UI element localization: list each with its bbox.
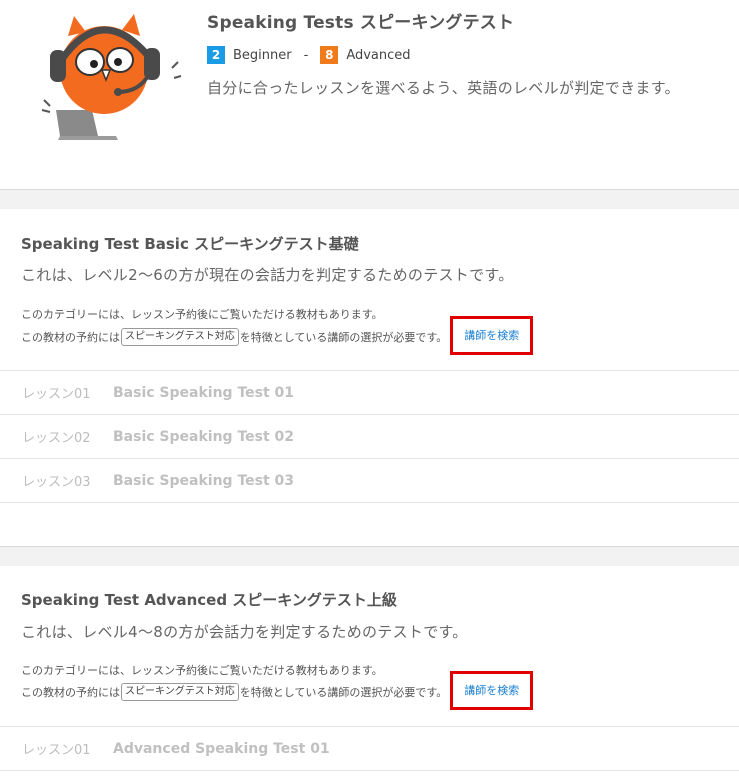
note-text-after: を特徴としている講師の選択が必要です。 [239, 330, 448, 344]
beginner-level-badge: 2 [207, 46, 225, 64]
page-title: Speaking Tests スピーキングテスト [207, 13, 515, 33]
basic-test-section: Speaking Test Basic スピーキングテスト基礎 これは、レベル2… [0, 209, 739, 546]
speaking-test-tag: スピーキングテスト対応 [121, 327, 239, 346]
section-subtitle: これは、レベル2〜6の方が現在の会話力を判定するためのテストです。 [21, 266, 514, 284]
lesson-number: レッスン03 [22, 475, 91, 490]
lesson-row[interactable]: レッスン01 Advanced Speaking Test 01 [0, 727, 739, 771]
note-text-after: を特徴としている講師の選択が必要です。 [239, 685, 448, 699]
section-note-requirement: この教材の予約には スピーキングテスト対応 を特徴としている講師の選択が必要です… [21, 316, 534, 356]
lesson-number: レッスン02 [22, 431, 91, 446]
lesson-row[interactable]: レッスン03 Basic Speaking Test 03 [0, 459, 739, 503]
section-divider [0, 189, 739, 209]
level-range: 2 Beginner - 8 Advanced [207, 46, 411, 64]
lesson-number: レッスン01 [22, 743, 91, 758]
search-teacher-link[interactable]: 講師を検索 [450, 671, 534, 710]
search-teacher-link[interactable]: 講師を検索 [450, 316, 534, 355]
section-note-requirement: この教材の予約には スピーキングテスト対応 を特徴としている講師の選択が必要です… [21, 671, 534, 711]
advanced-test-section: Speaking Test Advanced スピーキングテスト上級 これは、レ… [0, 566, 739, 778]
section-title: Speaking Test Advanced スピーキングテスト上級 [21, 591, 397, 609]
advanced-label: Advanced [346, 47, 411, 63]
lesson-name: Advanced Speaking Test 01 [113, 740, 330, 757]
headset-owl-mascot-icon [41, 14, 182, 140]
lesson-name: Basic Speaking Test 03 [113, 472, 295, 489]
lesson-row[interactable]: レッスン01 Basic Speaking Test 01 [0, 371, 739, 415]
note-text-before: この教材の予約には [21, 685, 120, 699]
lesson-number: レッスン01 [22, 387, 91, 402]
page-header: Speaking Tests スピーキングテスト 2 Beginner - 8 … [0, 0, 739, 189]
lesson-name: Basic Speaking Test 02 [113, 428, 295, 445]
lesson-list: レッスン01 Basic Speaking Test 01 レッスン02 Bas… [0, 370, 739, 503]
note-text-before: この教材の予約には [21, 330, 120, 344]
level-dash: - [303, 47, 309, 63]
section-title: Speaking Test Basic スピーキングテスト基礎 [21, 235, 359, 253]
page-description: 自分に合ったレッスンを選べるよう、英語のレベルが判定できます。 [207, 79, 680, 97]
advanced-level-badge: 8 [320, 46, 339, 64]
section-subtitle: これは、レベル4〜8の方が会話力を判定するためのテストです。 [21, 623, 468, 641]
lesson-list: レッスン01 Advanced Speaking Test 01 [0, 726, 739, 771]
beginner-label: Beginner [233, 47, 292, 63]
speaking-test-tag: スピーキングテスト対応 [121, 682, 239, 701]
section-divider [0, 546, 739, 566]
lesson-row[interactable]: レッスン02 Basic Speaking Test 02 [0, 415, 739, 459]
lesson-name: Basic Speaking Test 01 [113, 384, 295, 401]
